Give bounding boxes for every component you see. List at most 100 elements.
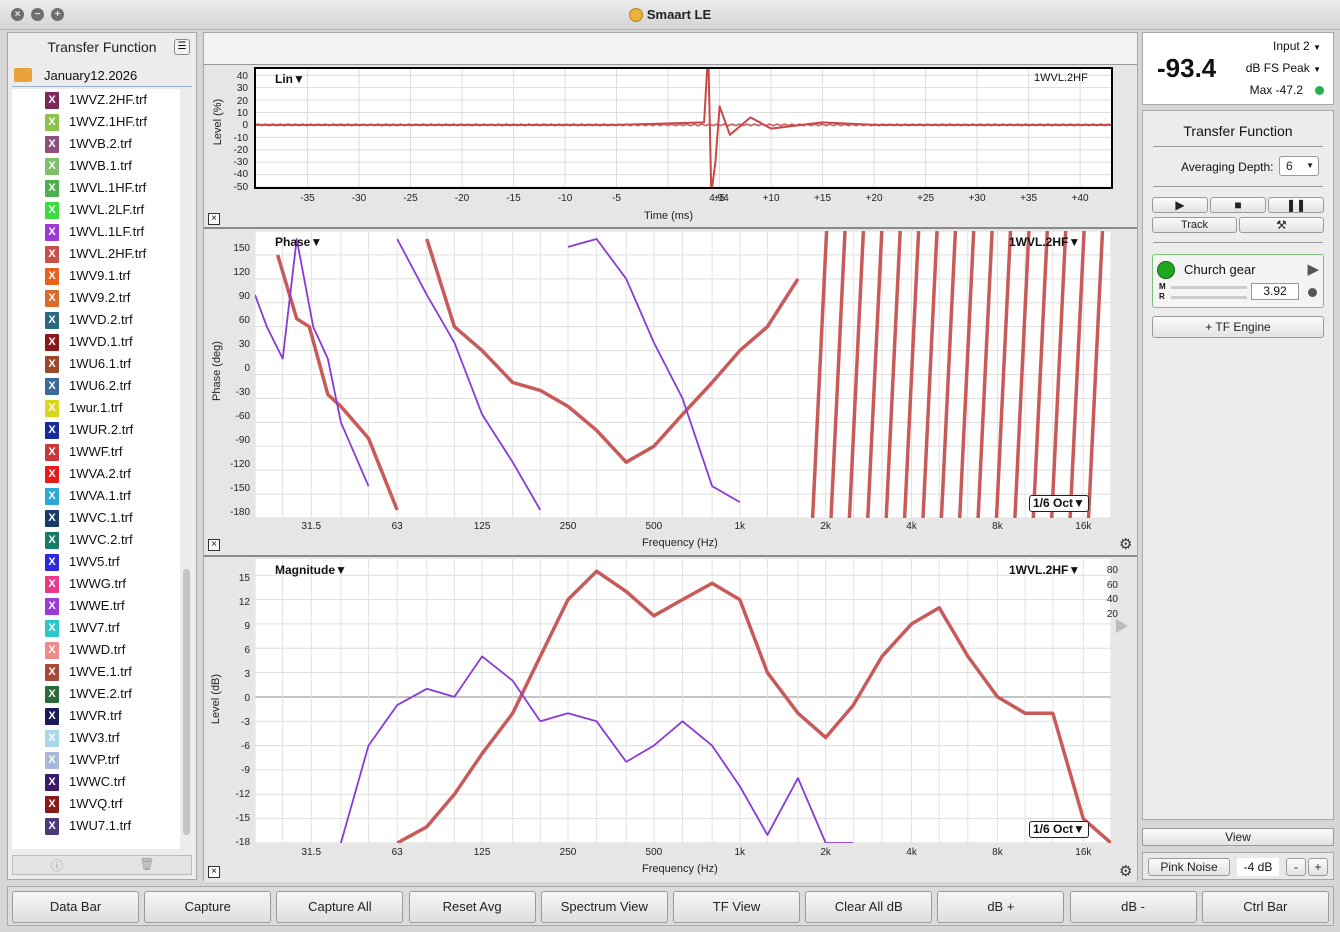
phase-title[interactable]: Phase: [275, 235, 310, 249]
phase-octave-badge[interactable]: 1/6 Oct: [1033, 496, 1073, 510]
close-pane-icon[interactable]: ×: [208, 213, 220, 225]
info-icon[interactable]: ⓘ: [13, 857, 101, 874]
file-item[interactable]: X 1WVL.1LF.trf: [12, 221, 180, 243]
phase-y-tick: 150: [233, 243, 250, 254]
file-list[interactable]: X 1WVZ.2HF.trf X 1WVZ.1HF.trf X 1WVB.2.trf X 1W…: [12, 89, 180, 849]
phase-trace-name[interactable]: 1WVL.2HF: [1009, 235, 1068, 249]
file-item[interactable]: X 1WWC.trf: [12, 771, 180, 793]
stop-button[interactable]: ■: [1210, 197, 1266, 213]
delay-status-icon[interactable]: [1308, 288, 1317, 297]
gear-icon[interactable]: ⚙: [1119, 535, 1132, 553]
file-item[interactable]: X 1WV7.trf: [12, 617, 180, 639]
file-item[interactable]: X 1WWE.trf: [12, 595, 180, 617]
file-item[interactable]: X 1WVA.1.trf: [12, 485, 180, 507]
chevron-down-icon[interactable]: ▼: [310, 235, 322, 249]
folder-row[interactable]: January12.2026: [12, 65, 192, 87]
file-name: 1WVC.2.trf: [69, 532, 133, 547]
db-button[interactable]: dB +: [937, 891, 1065, 923]
file-item[interactable]: X 1WVB.2.trf: [12, 133, 180, 155]
chevron-down-icon[interactable]: ▼: [1313, 65, 1321, 74]
ctrl-bar-button[interactable]: Ctrl Bar: [1201, 891, 1329, 923]
input-select[interactable]: Input 2: [1273, 39, 1310, 53]
chevron-down-icon[interactable]: ▼: [1313, 43, 1321, 52]
close-pane-icon[interactable]: ×: [208, 866, 220, 878]
file-item[interactable]: X 1WVP.trf: [12, 749, 180, 771]
file-item[interactable]: X 1wur.1.trf: [12, 397, 180, 419]
file-item[interactable]: X 1WVE.2.trf: [12, 683, 180, 705]
add-tf-engine-button[interactable]: + TF Engine: [1152, 316, 1324, 338]
tf-view-button[interactable]: TF View: [673, 891, 800, 923]
pause-button[interactable]: ❚❚: [1268, 197, 1324, 213]
pink-noise-level[interactable]: -4 dB: [1237, 858, 1279, 876]
file-item[interactable]: X 1WVC.2.trf: [12, 529, 180, 551]
expand-arrow-icon[interactable]: ▶: [1307, 260, 1319, 278]
file-item[interactable]: X 1WVD.1.trf: [12, 331, 180, 353]
file-item[interactable]: X 1WV9.2.trf: [12, 287, 180, 309]
input-meter: Input 2 ▼ -93.4 dB FS Peak ▼ Max -47.2: [1142, 32, 1334, 105]
file-item[interactable]: X 1WVQ.trf: [12, 793, 180, 815]
impulse-plot[interactable]: [254, 67, 1113, 189]
level-up-button[interactable]: +: [1308, 858, 1328, 876]
play-button[interactable]: ▶: [1152, 197, 1208, 213]
file-item[interactable]: X 1WVD.2.trf: [12, 309, 180, 331]
measurement-on-icon[interactable]: [1157, 261, 1175, 279]
meter-mode-select[interactable]: dB FS Peak: [1246, 61, 1310, 75]
file-item[interactable]: X 1WWF.trf: [12, 441, 180, 463]
file-item[interactable]: X 1WVR.trf: [12, 705, 180, 727]
capture-all-button[interactable]: Capture All: [276, 891, 404, 923]
file-item[interactable]: X 1WVZ.2HF.trf: [12, 89, 180, 111]
impulse-title[interactable]: Lin: [275, 72, 293, 86]
trash-icon[interactable]: 🗑: [103, 857, 191, 871]
file-item[interactable]: X 1WVC.1.trf: [12, 507, 180, 529]
delay-field[interactable]: 3.92: [1251, 283, 1299, 300]
file-item[interactable]: X 1WVL.2LF.trf: [12, 199, 180, 221]
magnitude-title[interactable]: Magnitude: [275, 563, 335, 577]
file-item[interactable]: X 1WU7.1.trf: [12, 815, 180, 837]
chevron-down-icon[interactable]: ▼: [293, 72, 305, 86]
gear-icon[interactable]: ⚙: [1119, 862, 1132, 880]
file-item[interactable]: X 1WVL.1HF.trf: [12, 177, 180, 199]
file-item[interactable]: X 1WVB.1.trf: [12, 155, 180, 177]
chevron-down-icon[interactable]: ▼: [1068, 235, 1080, 249]
close-pane-icon[interactable]: ×: [208, 539, 220, 551]
averaging-select[interactable]: 6 ▼: [1279, 156, 1319, 176]
phase-plot[interactable]: [255, 231, 1111, 518]
file-item[interactable]: X 1WVE.1.trf: [12, 661, 180, 683]
magnitude-trace-name[interactable]: 1WVL.2HF: [1009, 563, 1068, 577]
file-name: 1WVL.2LF.trf: [69, 202, 145, 217]
capture-button[interactable]: Capture: [144, 891, 272, 923]
clear-all-db-button[interactable]: Clear All dB: [805, 891, 933, 923]
trf-file-icon: X: [45, 114, 59, 131]
file-list-scrollbar[interactable]: [182, 91, 192, 843]
track-button[interactable]: Track: [1152, 217, 1237, 233]
file-item[interactable]: X 1WVL.2HF.trf: [12, 243, 180, 265]
file-item[interactable]: X 1WV5.trf: [12, 551, 180, 573]
file-item[interactable]: X 1WWD.trf: [12, 639, 180, 661]
measurement-card[interactable]: Church gear ▶ M R 3.92: [1152, 254, 1324, 308]
file-item[interactable]: X 1WUR.2.trf: [12, 419, 180, 441]
magnitude-octave-badge[interactable]: 1/6 Oct: [1033, 822, 1073, 836]
db-button[interactable]: dB -: [1069, 891, 1197, 923]
file-item[interactable]: X 1WVZ.1HF.trf: [12, 111, 180, 133]
reset-avg-button[interactable]: Reset Avg: [408, 891, 536, 923]
file-item[interactable]: X 1WU6.2.trf: [12, 375, 180, 397]
file-item[interactable]: X 1WVA.2.trf: [12, 463, 180, 485]
chevron-down-icon[interactable]: ▼: [1073, 822, 1085, 836]
pink-noise-button[interactable]: Pink Noise: [1148, 858, 1230, 876]
file-item[interactable]: X 1WWG.trf: [12, 573, 180, 595]
data-bar-button[interactable]: Data Bar: [12, 891, 139, 923]
file-item[interactable]: X 1WV3.trf: [12, 727, 180, 749]
file-item[interactable]: X 1WU6.1.trf: [12, 353, 180, 375]
trf-file-icon: X: [45, 708, 59, 725]
spectrum-view-button[interactable]: Spectrum View: [540, 891, 668, 923]
tools-button[interactable]: ⚒: [1239, 217, 1324, 233]
scrollbar-thumb[interactable]: [183, 569, 190, 835]
level-down-button[interactable]: -: [1286, 858, 1306, 876]
sidebar-menu-icon[interactable]: ☰: [174, 39, 190, 55]
coherence-marker-icon[interactable]: [1116, 619, 1128, 633]
view-button[interactable]: View: [1142, 828, 1334, 846]
chevron-down-icon[interactable]: ▼: [1073, 496, 1085, 510]
chevron-down-icon[interactable]: ▼: [335, 563, 347, 577]
magnitude-plot[interactable]: [255, 559, 1111, 843]
file-item[interactable]: X 1WV9.1.trf: [12, 265, 180, 287]
